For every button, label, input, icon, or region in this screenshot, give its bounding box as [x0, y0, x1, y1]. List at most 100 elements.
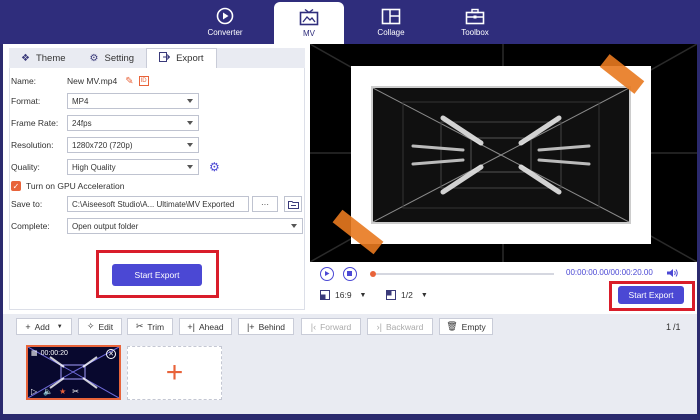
nav-tab-converter[interactable]: Converter [190, 0, 260, 44]
forward-button[interactable]: |‹ Forward [301, 318, 361, 335]
converter-icon [215, 7, 235, 25]
clip-play-icon[interactable]: ▷ [31, 387, 37, 396]
clip-duration: 00:00:20 [40, 349, 68, 357]
subtab-setting-label: Setting [104, 52, 135, 64]
backward-button[interactable]: ›| Backward [367, 318, 433, 335]
clip-edit-star-icon[interactable]: ★ [59, 387, 66, 396]
start-export-right-button[interactable]: Start Export [618, 286, 684, 304]
trim-label: Trim [147, 321, 165, 332]
add-clip-tile[interactable]: + [127, 346, 222, 400]
resolution-value: 1280x720 (720p) [72, 140, 133, 150]
time-display: 00:00:00.00 / 00:00:20.00 [566, 268, 653, 277]
empty-label: Empty [461, 321, 486, 332]
remove-clip-close-icon[interactable]: ✕ [106, 349, 116, 359]
subtab-bar: ❖ Theme ⚙ Setting Export [9, 48, 305, 68]
framerate-row: Frame Rate: 24fps [11, 115, 199, 131]
volume-icon[interactable] [666, 268, 678, 280]
quality-value: High Quality [72, 162, 116, 172]
format-select[interactable]: MP4 [67, 93, 199, 109]
complete-value: Open output folder [72, 221, 139, 231]
clip-trim-scissors-icon[interactable]: ✂ [72, 387, 79, 396]
tunnel-image [373, 88, 629, 222]
add-label: Add [34, 321, 50, 332]
frame-inner-image [371, 86, 631, 224]
film-icon: ▦ [31, 350, 38, 357]
clip-actions: ▷ 🔈 ★ ✂ [31, 387, 79, 396]
quality-label: Quality: [11, 162, 40, 172]
saveto-path-field[interactable]: C:\Aiseesoft Studio\A... Ultimate\MV Exp… [67, 196, 249, 212]
quality-settings-gear-icon[interactable]: ⚙ [209, 160, 220, 174]
preview-scale-select[interactable]: 1/2 ▼ [386, 290, 428, 300]
gpu-checkbox[interactable]: ✓ [11, 181, 21, 191]
nav-tab-mv[interactable]: MV [274, 2, 344, 44]
name-value: New MV.mp4 [67, 76, 118, 86]
text-id-icon[interactable]: ID [138, 76, 149, 86]
start-export-right-label: Start Export [628, 290, 674, 300]
subtab-export[interactable]: Export [146, 48, 217, 68]
time-total: 00:00:20.00 [610, 268, 653, 277]
edit-button[interactable]: ✧ Edit [78, 318, 122, 335]
saveto-row: Save to: C:\Aiseesoft Studio\A... Ultima… [11, 196, 302, 212]
start-export-button[interactable]: Start Export [112, 264, 202, 286]
browse-button[interactable]: ··· [252, 196, 278, 212]
nav-tab-toolbox[interactable]: Toolbox [440, 0, 510, 44]
edit-name-icon[interactable]: ✎ [125, 76, 133, 87]
complete-select[interactable]: Open output folder [67, 218, 303, 234]
name-label: Name: [11, 76, 37, 86]
page-total: /1 [673, 322, 681, 332]
start-export-label: Start Export [134, 270, 180, 280]
page-indicator: 1 /1 [666, 322, 681, 332]
scissors-icon: ✂ [135, 321, 144, 331]
chevron-down-icon [187, 99, 193, 103]
trim-button[interactable]: ✂ Trim [127, 318, 173, 335]
quality-select[interactable]: High Quality [67, 159, 199, 175]
resolution-select[interactable]: 1280x720 (720p) [67, 137, 199, 153]
stop-icon [347, 271, 352, 276]
collage-icon [381, 7, 401, 25]
saveto-label: Save to: [11, 199, 43, 209]
format-label: Format: [11, 96, 41, 106]
toolbox-icon [465, 7, 485, 25]
backward-icon: ›| [376, 321, 382, 332]
stop-button[interactable] [343, 267, 357, 281]
aspect-ratio-select[interactable]: 16:9 ▼ [320, 290, 366, 300]
progress-track[interactable] [376, 273, 554, 275]
time-current: 00:00:00.00 [566, 268, 609, 277]
export-icon [159, 52, 171, 65]
trash-icon: 🗑 [446, 321, 458, 331]
play-icon [325, 271, 330, 276]
gpu-label: Turn on GPU Acceleration [26, 181, 125, 191]
chevron-down-icon [187, 143, 193, 147]
forward-label: Forward [320, 321, 352, 332]
clip-volume-icon[interactable]: 🔈 [43, 387, 53, 396]
mv-icon [299, 8, 319, 26]
ahead-label: Ahead [199, 321, 224, 332]
empty-button[interactable]: 🗑 Empty [439, 318, 493, 335]
subtab-theme[interactable]: ❖ Theme [9, 48, 78, 68]
gpu-row: ✓ Turn on GPU Acceleration [11, 178, 124, 194]
forward-icon: |‹ [310, 321, 317, 332]
scale-icon [386, 290, 396, 300]
clip-thumbnail[interactable]: ▦ 00:00:20 ✕ ▷ 🔈 ★ ✂ [26, 345, 121, 400]
behind-label: Behind [258, 321, 286, 332]
top-navigation: Converter MV Collage Toolbox [0, 0, 700, 44]
aspect-ratio-value: 16:9 [335, 290, 352, 300]
play-button[interactable] [320, 267, 334, 281]
nav-tab-collage-label: Collage [377, 28, 405, 37]
chevron-down-icon: ▼ [420, 291, 428, 299]
aspect-ratio-icon [320, 290, 330, 300]
theme-icon: ❖ [21, 52, 30, 64]
framerate-select[interactable]: 24fps [67, 115, 199, 131]
subtab-export-label: Export [176, 53, 204, 64]
format-value: MP4 [72, 96, 89, 106]
chevron-down-icon [187, 121, 193, 125]
nav-tab-toolbox-label: Toolbox [461, 28, 489, 37]
behind-button[interactable]: |+ Behind [238, 318, 294, 335]
video-preview[interactable] [310, 44, 697, 262]
ahead-button[interactable]: +| Ahead [179, 318, 232, 335]
subtab-setting[interactable]: ⚙ Setting [78, 48, 147, 68]
open-folder-button[interactable] [284, 196, 302, 212]
resolution-row: Resolution: 1280x720 (720p) [11, 137, 199, 153]
add-button[interactable]: + Add ▼ [16, 318, 72, 335]
nav-tab-collage[interactable]: Collage [356, 0, 426, 44]
